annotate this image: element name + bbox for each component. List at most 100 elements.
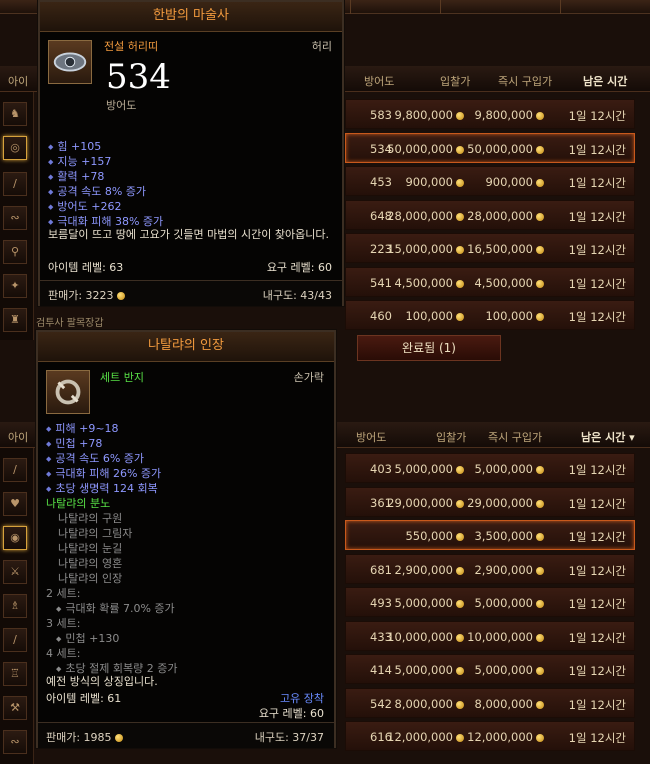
listing-bid-text: 5,000,000	[394, 462, 453, 476]
affix-line: 민첩 +78	[46, 435, 102, 451]
listing-row[interactable]: 433 10,000,000 10,000,000 1일 12시간	[345, 620, 635, 651]
header-left-label: 아이	[8, 431, 29, 444]
gold-coin-icon	[456, 667, 464, 675]
gold-coin-icon	[536, 499, 544, 508]
listing-bid-text: 900,000	[405, 175, 453, 189]
item-tooltip-ring: 나탈랴의 인장 세트 반지 손가락 피해 +9~18 민첩 +78 공격 속도 …	[36, 330, 336, 748]
listing-bid-text: 2,900,000	[394, 562, 453, 577]
listing-row[interactable]: 541 4,500,000 4,500,000 1일 12시간	[345, 266, 635, 297]
listing-time-left: 1일 12시간	[569, 496, 626, 512]
gold-coin-icon	[536, 633, 544, 642]
item-slot-icon[interactable]: ⚔	[3, 560, 27, 584]
header-time-sort[interactable]: 남은 시간 ▾	[581, 429, 635, 445]
affix-line: 극대화 피해 38% 증가	[48, 213, 163, 229]
set-bonus-affix: 초당 절제 회복량 2 증가	[56, 660, 177, 676]
tab-completed[interactable]: 완료됨 (1)	[357, 335, 501, 361]
tooltip-armor-label: 방어도	[106, 99, 137, 112]
listing-row[interactable]: 616 12,000,000 12,000,000 1일 12시간	[345, 721, 635, 751]
listing-buyout: 900,000	[485, 175, 544, 189]
listing-row[interactable]: 403 5,000,000 5,000,000 1일 12시간	[345, 453, 635, 483]
listing-buyout-text: 900,000	[485, 175, 533, 189]
listing-buyout-text: 5,000,000	[474, 596, 533, 610]
listing-time-left: 1일 12시간	[569, 697, 626, 713]
header-armor[interactable]: 방어도	[356, 429, 386, 445]
item-slot-icon[interactable]: ✦	[3, 274, 27, 298]
listing-armor: 414	[370, 663, 392, 677]
item-slot-icon[interactable]: ♜	[3, 308, 27, 332]
listing-time-left: 1일 12시간	[569, 730, 626, 746]
tooltip-required-level: 요구 레벨: 60	[258, 707, 324, 720]
item-slot-icon[interactable]: ∾	[3, 730, 27, 754]
listing-armor-text: 493	[370, 596, 392, 610]
listing-bid: 900,000	[405, 175, 464, 189]
gold-coin-icon	[536, 600, 544, 608]
gold-coin-icon	[456, 313, 464, 321]
gold-coin-icon	[456, 145, 464, 154]
listing-row[interactable]: 493 5,000,000 5,000,000 1일 12시간	[345, 587, 635, 617]
set-bonus-header: 3 세트:	[46, 617, 81, 630]
listing-time-left: 1일 12시간	[569, 108, 626, 124]
listing-row[interactable]: 534 50,000,000 50,000,000 1일 12시간	[345, 132, 635, 163]
item-slot-icon[interactable]: ⚒	[3, 696, 27, 720]
header-bid[interactable]: 입찰가	[440, 73, 470, 89]
listing-row[interactable]: 361 29,000,000 29,000,000 1일 12시간	[345, 486, 635, 517]
gold-coin-icon	[536, 179, 544, 187]
listing-time-left-text: 1일 12시간	[568, 463, 626, 477]
listing-row[interactable]: 542 8,000,000 8,000,000 1일 12시간	[345, 687, 635, 718]
listing-bid: 28,000,000	[387, 209, 464, 223]
listing-time-left: 1일 12시간	[569, 630, 626, 646]
listing-time-left-text: 1일 12시간	[568, 243, 626, 257]
listing-buyout-text: 3,500,000	[474, 529, 533, 543]
gold-coin-icon	[456, 112, 464, 120]
listing-time-left: 1일 12시간	[569, 309, 626, 325]
listing-time-left-text: 1일 12시간	[568, 176, 626, 190]
listing-bid-text: 10,000,000	[387, 629, 453, 644]
item-slot-icon[interactable]: ∾	[3, 206, 27, 230]
item-slot-icon[interactable]: ∕	[3, 628, 27, 652]
listing-time-left: 1일 12시간	[569, 175, 626, 191]
listing-row[interactable]: 414 5,000,000 5,000,000 1일 12시간	[345, 654, 635, 684]
belt-icon	[48, 40, 92, 84]
header-armor[interactable]: 방어도	[364, 73, 394, 89]
gold-coin-icon	[116, 292, 125, 300]
listing-row[interactable]: 223 15,000,000 16,500,000 1일 12시간	[345, 233, 635, 263]
gold-coin-icon	[456, 566, 464, 575]
gold-coin-icon	[456, 246, 464, 254]
listing-row[interactable]: 583 9,800,000 9,800,000 1일 12시간	[345, 99, 635, 129]
header-time-sort[interactable]: 남은 시간	[583, 73, 627, 89]
listing-row[interactable]: 453 900,000 900,000 1일 12시간	[345, 166, 635, 196]
item-slot-icon[interactable]: ∕	[3, 172, 27, 196]
listing-bid: 8,000,000	[394, 697, 464, 711]
listing-armor: 541	[370, 276, 392, 290]
listing-buyout-text: 12,000,000	[467, 730, 533, 744]
listing-buyout-text: 16,500,000	[467, 242, 533, 256]
header-buyout[interactable]: 즉시 구입가	[488, 429, 542, 445]
item-slot-icon[interactable]: ♞	[3, 102, 27, 126]
listing-armor: 542	[370, 697, 392, 711]
tooltip-durability: 내구도: 43/43	[262, 289, 332, 302]
listing-bid-text: 4,500,000	[394, 275, 453, 290]
item-slot-icon[interactable]: ♗	[3, 594, 27, 618]
header-bid[interactable]: 입찰가	[436, 429, 466, 445]
set-piece: 나탈랴의 구원	[58, 512, 123, 525]
gold-coin-icon	[536, 566, 544, 575]
item-slot-icon[interactable]: ⚲	[3, 240, 27, 264]
listing-row[interactable]: 460 100,000 100,000 1일 12시간	[345, 300, 635, 330]
gold-coin-icon	[456, 633, 464, 642]
item-slot-icon[interactable]: ♥	[3, 492, 27, 516]
gold-coin-icon	[456, 212, 464, 221]
listing-bid: 100,000	[405, 309, 464, 323]
item-slot-icon[interactable]: ∕	[3, 458, 27, 482]
listing-row[interactable]: 681 2,900,000 2,900,000 1일 12시간	[345, 553, 635, 584]
header-buyout[interactable]: 즉시 구입가	[498, 73, 552, 89]
item-slot-icon[interactable]: ◎	[3, 136, 27, 160]
listing-row[interactable]: 648 28,000,000 28,000,000 1일 12시간	[345, 199, 635, 230]
listing-bid: 29,000,000	[387, 496, 464, 510]
item-slot-icon[interactable]: ♖	[3, 662, 27, 686]
listing-row[interactable]: 550,000 3,500,000 1일 12시간	[345, 520, 635, 550]
listing-buyout-text: 29,000,000	[467, 495, 533, 510]
item-slot-icon[interactable]: ◉	[3, 526, 27, 550]
listing-armor-text: 583	[370, 108, 392, 122]
tooltip-footer: 판매가: 3223 내구도: 43/43	[40, 280, 342, 306]
item-icon-column: ♞ ◎ ∕ ∾ ⚲ ✦ ♜	[0, 92, 34, 340]
